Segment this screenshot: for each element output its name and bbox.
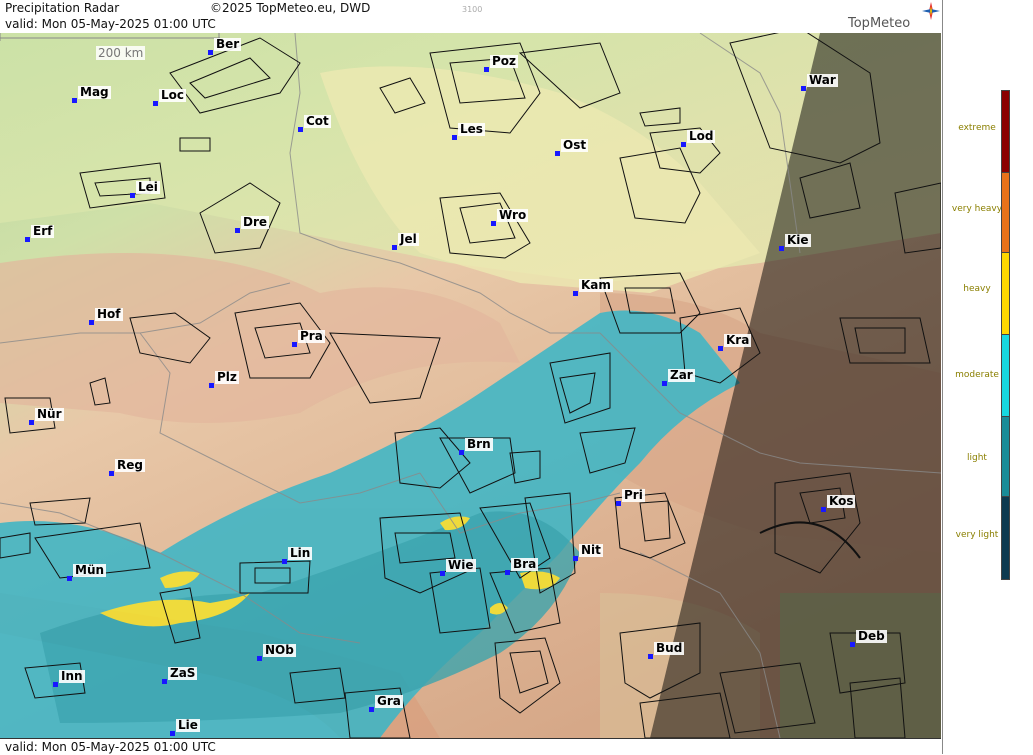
city-label: Lod	[687, 129, 716, 143]
city-dot	[801, 86, 806, 91]
city-label: Les	[458, 122, 485, 136]
city-label: Kra	[724, 333, 752, 347]
city-dot	[235, 228, 240, 233]
city-label: Lin	[288, 546, 313, 560]
intensity-legend: extreme very heavy heavy moderate light …	[942, 0, 1033, 754]
city-dot	[555, 151, 560, 156]
city-dot	[72, 98, 77, 103]
radar-map[interactable]: 200 km Ber Poz War Mag Loc Cot Les Lod Ost Lei Wro…	[0, 33, 941, 738]
city-label: Reg	[115, 458, 145, 472]
map-title: Precipitation Radar	[5, 1, 120, 15]
city-label: Erf	[31, 224, 55, 238]
city-label: Inn	[59, 669, 85, 683]
city-label: Lei	[136, 180, 160, 194]
city-dot	[718, 346, 723, 351]
city-label: Pri	[622, 488, 645, 502]
city-dot	[681, 142, 686, 147]
map-canvas	[0, 33, 941, 738]
city-dot	[821, 507, 826, 512]
city-label: Ber	[214, 37, 242, 51]
city-label: Nit	[579, 543, 603, 557]
city-dot	[452, 135, 457, 140]
city-label: Poz	[490, 54, 519, 68]
map-code: 3100	[462, 5, 483, 14]
city-label: Deb	[856, 629, 887, 643]
city-dot	[170, 731, 175, 736]
city-label: Loc	[159, 88, 187, 102]
scale-bar	[0, 33, 220, 41]
city-dot	[53, 682, 58, 687]
city-label: Mün	[73, 563, 107, 577]
copyright-text: ©2025 TopMeteo.eu, DWD	[210, 1, 371, 15]
city-label: Bra	[511, 557, 539, 571]
legend-swatch-light	[1001, 416, 1010, 498]
city-label: Lie	[176, 718, 200, 732]
city-dot	[282, 559, 287, 564]
city-dot	[459, 450, 464, 455]
legend-swatch-moderate	[1001, 334, 1010, 418]
city-dot	[491, 221, 496, 226]
city-label: Hof	[95, 307, 123, 321]
city-label: Wie	[446, 558, 476, 572]
city-dot	[292, 342, 297, 347]
city-dot	[89, 320, 94, 325]
city-label: Plz	[215, 370, 239, 384]
city-label: Mag	[78, 85, 111, 99]
city-label: Gra	[375, 694, 403, 708]
city-dot	[257, 656, 262, 661]
city-dot	[67, 576, 72, 581]
city-dot	[648, 654, 653, 659]
city-dot	[298, 127, 303, 132]
city-dot	[208, 50, 213, 55]
city-dot	[109, 471, 114, 476]
footer-valid-time: valid: Mon 05-May-2025 01:00 UTC	[5, 740, 216, 754]
city-dot	[29, 420, 34, 425]
city-dot	[392, 245, 397, 250]
city-dot	[162, 679, 167, 684]
city-dot	[505, 570, 510, 575]
legend-swatch-very-light	[1001, 496, 1010, 580]
city-label: Nür	[35, 407, 64, 421]
scale-label: 200 km	[96, 46, 146, 60]
city-dot	[573, 291, 578, 296]
city-label: Kos	[827, 494, 856, 508]
city-label: Kie	[785, 233, 811, 247]
city-label: Kam	[579, 278, 613, 292]
city-label: NOb	[263, 643, 296, 657]
city-dot	[369, 707, 374, 712]
city-dot	[779, 246, 784, 251]
city-label: Jel	[398, 232, 419, 246]
legend-swatch-extreme	[1001, 90, 1010, 174]
city-dot	[484, 67, 489, 72]
city-label: Dre	[241, 215, 270, 229]
city-dot	[209, 383, 214, 388]
topmeteo-logo: TopMeteo	[848, 16, 910, 31]
city-dot	[573, 556, 578, 561]
compass-icon	[922, 2, 940, 20]
city-label: Brn	[465, 437, 493, 451]
valid-time: valid: Mon 05-May-2025 01:00 UTC	[5, 17, 216, 31]
city-dot	[440, 571, 445, 576]
city-label: War	[807, 73, 838, 87]
footer-bar: valid: Mon 05-May-2025 01:00 UTC	[0, 738, 941, 755]
city-dot	[25, 237, 30, 242]
city-dot	[662, 381, 667, 386]
city-label: Bud	[654, 641, 685, 655]
city-dot	[616, 501, 621, 506]
city-label: Ost	[561, 138, 589, 152]
city-label: ZaS	[168, 666, 198, 680]
city-label: Cot	[304, 114, 331, 128]
city-dot	[153, 101, 158, 106]
header-bar: Precipitation Radar ©2025 TopMeteo.eu, D…	[0, 0, 941, 34]
city-dot	[130, 193, 135, 198]
legend-swatch-heavy	[1001, 252, 1010, 336]
city-dot	[850, 642, 855, 647]
logo-text: TopMeteo	[848, 16, 911, 31]
city-label: Zar	[668, 368, 695, 382]
city-label: Wro	[497, 208, 529, 222]
legend-swatch-very-heavy	[1001, 172, 1010, 254]
city-label: Pra	[298, 329, 325, 343]
